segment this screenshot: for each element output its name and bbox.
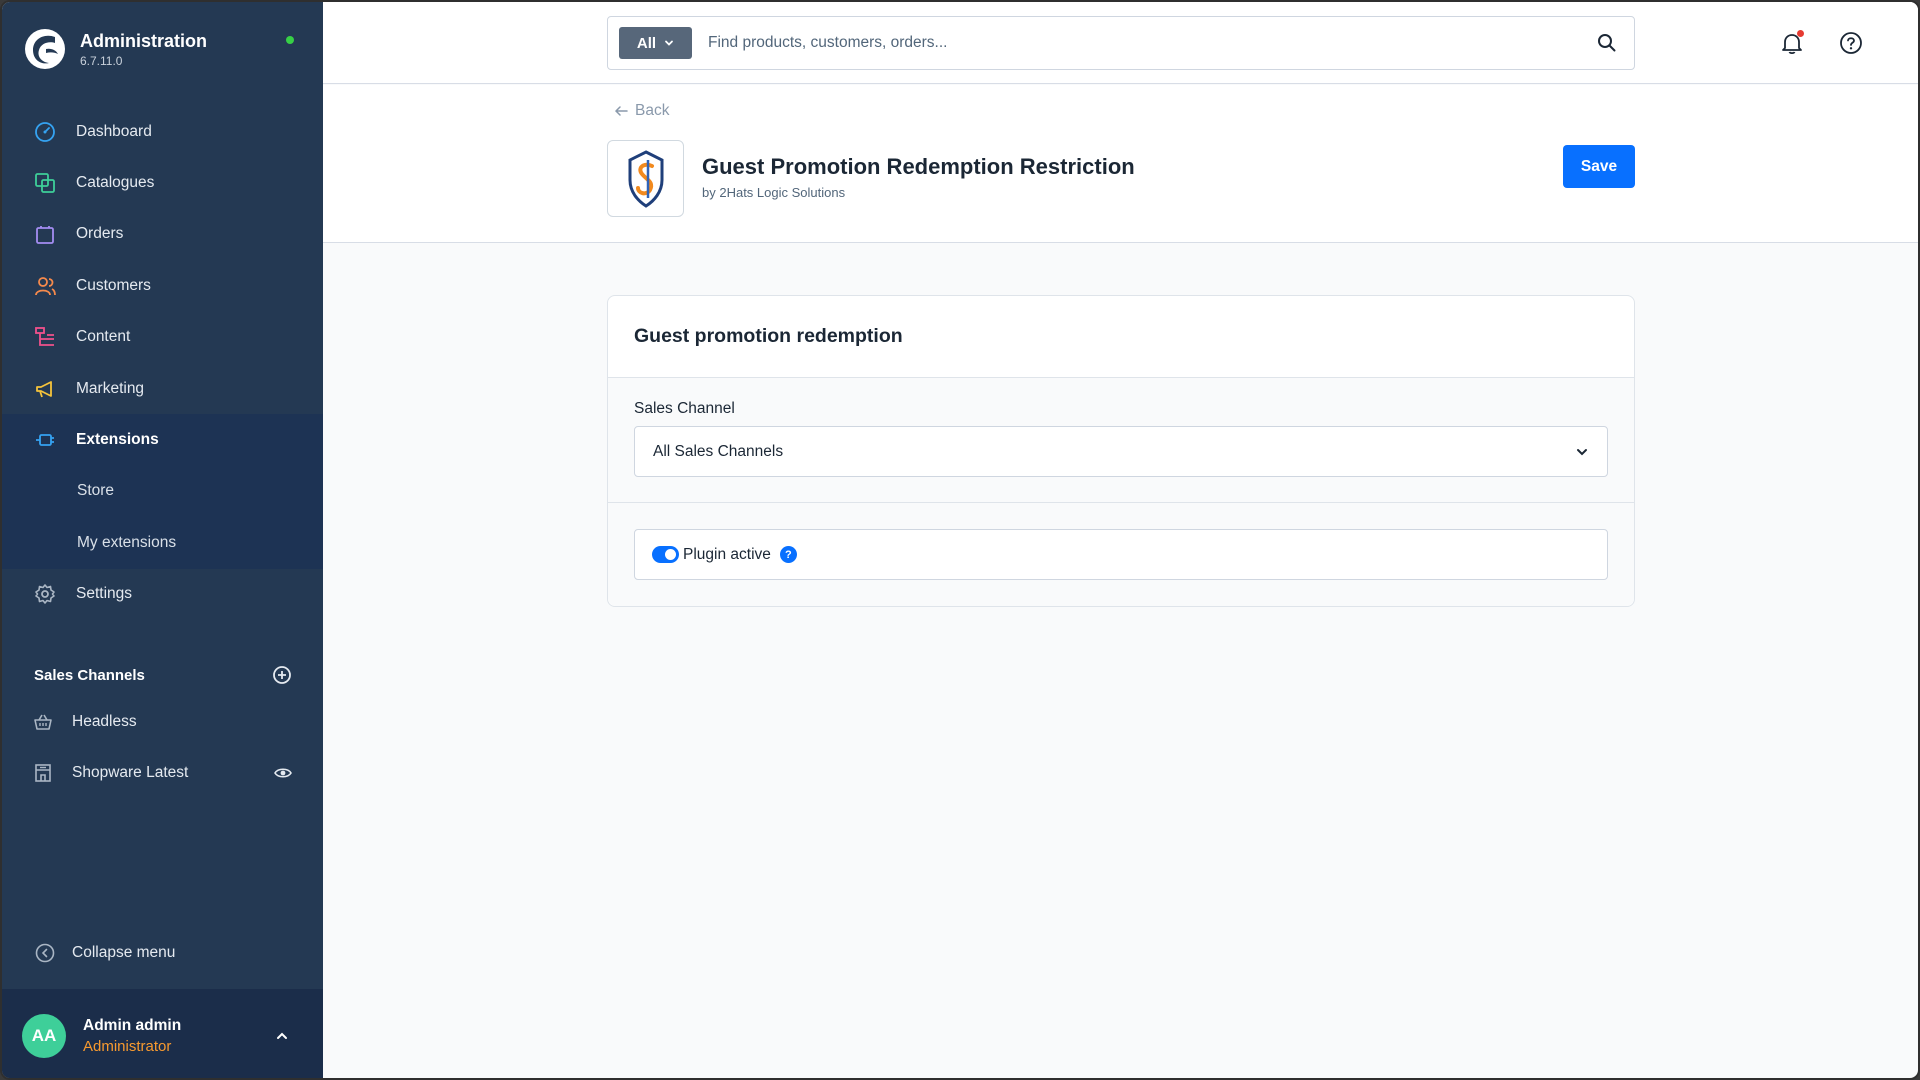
app-window: Administration 6.7.11.0 Dashboard Catalo… [0, 0, 1920, 1080]
extensions-submenu: Store My extensions [2, 465, 323, 569]
back-link[interactable]: Back [614, 102, 669, 120]
sidebar-item-marketing[interactable]: Marketing [2, 363, 323, 414]
shopware-logo-icon [25, 29, 65, 69]
sidebar-item-my-extensions[interactable]: My extensions [2, 517, 323, 568]
sales-channel-value: All Sales Channels [653, 442, 784, 460]
sidebar-item-orders[interactable]: Orders [2, 209, 323, 260]
sales-channels-list: Headless Shopware Latest [2, 696, 323, 798]
collapse-menu-button[interactable]: Collapse menu [34, 942, 175, 964]
collapse-menu-label: Collapse menu [72, 944, 176, 961]
sidebar: Administration 6.7.11.0 Dashboard Catalo… [2, 2, 323, 1078]
customers-icon [32, 273, 58, 299]
brand[interactable]: Administration 6.7.11.0 [24, 28, 207, 70]
orders-icon [32, 221, 58, 247]
search-icon[interactable] [1596, 32, 1618, 54]
chevron-down-icon [1577, 448, 1587, 455]
sidebar-item-extensions[interactable]: Extensions [2, 414, 323, 466]
sales-channel-select[interactable]: All Sales Channels [634, 426, 1608, 477]
main-nav: Dashboard Catalogues Orders Customers Co… [2, 106, 323, 620]
help-icon[interactable] [1839, 31, 1863, 55]
dashboard-icon [32, 119, 58, 145]
sidebar-item-catalogues[interactable]: Catalogues [2, 157, 323, 208]
topbar: All [323, 2, 1918, 84]
settings-icon [32, 581, 58, 607]
plugin-logo-icon [628, 149, 663, 208]
plugin-logo [607, 140, 684, 217]
card-title: Guest promotion redemption [608, 296, 1634, 378]
plugin-vendor: by 2Hats Logic Solutions [702, 185, 846, 200]
chevron-down-icon [665, 40, 673, 46]
user-role: Administrator [83, 1037, 172, 1055]
add-sales-channel-icon[interactable] [272, 665, 292, 685]
sidebar-item-settings[interactable]: Settings [2, 569, 323, 620]
sidebar-item-label: Settings [76, 585, 133, 603]
sidebar-item-dashboard[interactable]: Dashboard [2, 106, 323, 157]
search-type-dropdown[interactable]: All [619, 27, 692, 59]
search-input[interactable] [708, 34, 1596, 52]
back-label: Back [635, 102, 670, 119]
marketing-icon [32, 376, 58, 402]
help-tooltip-icon[interactable]: ? [779, 546, 797, 563]
sales-channels-header: Sales Channels [34, 665, 292, 685]
sidebar-item-label: Catalogues [76, 174, 155, 192]
sidebar-item-label: Customers [76, 276, 151, 294]
basket-icon [32, 711, 54, 733]
sidebar-item-label: Content [76, 328, 131, 346]
sales-channel-label: Headless [72, 712, 137, 730]
save-button[interactable]: Save [1563, 145, 1635, 188]
app-title: Administration [80, 30, 208, 51]
plugin-active-field: Plugin active ? [634, 529, 1608, 580]
sales-channel-label: Sales Channel [634, 400, 735, 417]
arrow-left-icon [614, 106, 628, 116]
notification-badge [1797, 30, 1804, 37]
user-name: Admin admin [83, 1016, 182, 1034]
avatar: AA [22, 1013, 66, 1058]
page-title: Guest Promotion Redemption Restriction [702, 154, 1135, 179]
user-menu[interactable]: AA Admin admin Administrator [2, 989, 323, 1078]
sidebar-item-store[interactable]: Store [2, 466, 323, 517]
sidebar-item-label: Store [77, 482, 115, 500]
sales-channels-title: Sales Channels [34, 666, 145, 684]
sales-channel-shopware-latest[interactable]: Shopware Latest [2, 747, 323, 798]
sidebar-item-label: Orders [76, 225, 124, 243]
search-type-label: All [636, 34, 657, 52]
chevron-up-icon[interactable] [271, 1025, 293, 1047]
sales-channel-headless[interactable]: Headless [2, 696, 323, 747]
sidebar-item-content[interactable]: Content [2, 312, 323, 363]
page-header: Back Guest Promotion Redemption Restrict… [323, 85, 1918, 243]
global-search: All [607, 16, 1635, 70]
plugin-active-toggle[interactable] [652, 546, 679, 563]
sidebar-item-label: Marketing [76, 379, 145, 397]
sales-channel-label: Shopware Latest [72, 763, 189, 781]
online-status-indicator [286, 36, 294, 44]
plugin-active-label: Plugin active [683, 545, 771, 563]
storefront-icon [32, 762, 54, 784]
sidebar-item-label: Extensions [76, 431, 159, 449]
collapse-icon [35, 943, 55, 963]
app-version: 6.7.11.0 [80, 53, 123, 68]
sidebar-item-label: Dashboard [76, 122, 152, 140]
sidebar-item-customers[interactable]: Customers [2, 260, 323, 311]
plugin-active-section: Plugin active ? [608, 503, 1634, 606]
sales-channel-section: Sales Channel All Sales Channels [608, 378, 1634, 503]
eye-icon[interactable] [273, 763, 293, 783]
sidebar-item-label: My extensions [77, 533, 177, 551]
config-card: Guest promotion redemption Sales Channel… [607, 295, 1635, 607]
extensions-icon [32, 427, 58, 453]
catalogue-icon [32, 170, 58, 196]
content-icon [32, 324, 58, 350]
